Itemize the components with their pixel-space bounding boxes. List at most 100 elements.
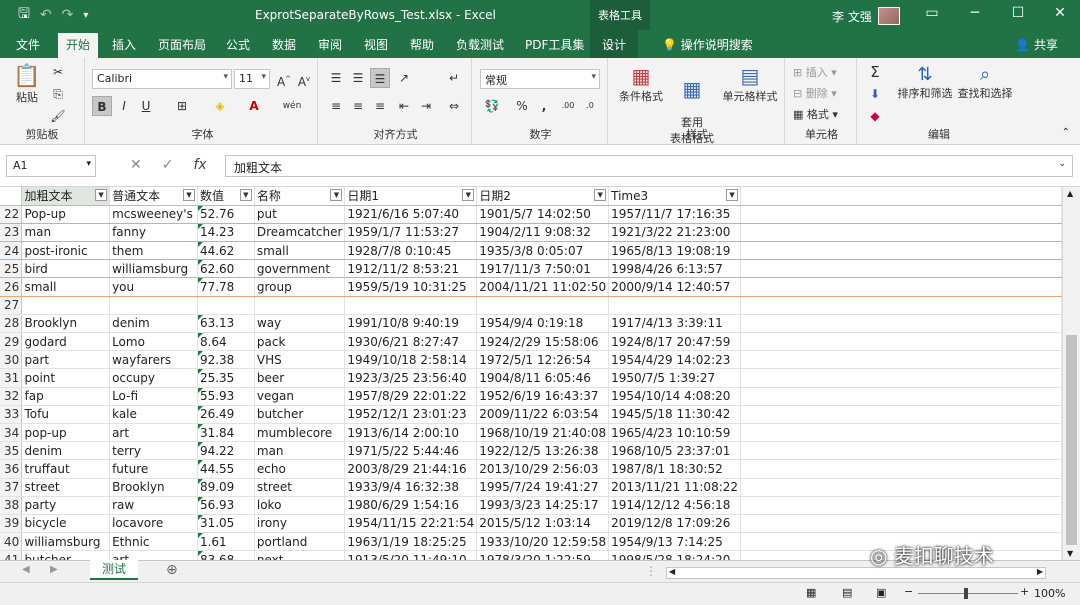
table-cell[interactable]: 1924/8/17 20:47:59 bbox=[608, 332, 742, 352]
empty-cell[interactable] bbox=[740, 223, 1062, 243]
table-cell[interactable]: 14.23 bbox=[197, 223, 255, 243]
table-cell[interactable]: next bbox=[254, 550, 346, 560]
zoom-in-icon[interactable]: + bbox=[1020, 585, 1029, 598]
increase-decimal-icon[interactable]: .00 bbox=[558, 96, 578, 116]
row-header[interactable]: 40 bbox=[0, 532, 23, 552]
empty-cell[interactable] bbox=[740, 459, 1062, 479]
table-cell[interactable]: 52.76 bbox=[197, 205, 255, 224]
close-icon[interactable]: ✕ bbox=[1040, 5, 1080, 21]
table-cell[interactable]: 1933/9/4 16:32:38 bbox=[344, 478, 478, 497]
table-cell[interactable]: 1921/6/16 5:07:40 bbox=[344, 205, 478, 224]
table-cell[interactable]: 2013/11/21 11:08:22 bbox=[608, 478, 742, 497]
empty-cell[interactable] bbox=[740, 441, 1062, 461]
zoom-level[interactable]: 100% bbox=[1034, 587, 1065, 600]
decrease-decimal-icon[interactable]: .0 bbox=[580, 96, 600, 116]
scroll-right-icon[interactable]: ▶ bbox=[1037, 567, 1043, 576]
table-cell[interactable]: fap bbox=[21, 387, 111, 406]
table-cell[interactable]: 1954/9/4 0:19:18 bbox=[476, 314, 610, 334]
table-cell[interactable]: 1914/12/12 4:56:18 bbox=[608, 496, 742, 515]
table-cell[interactable]: loko bbox=[254, 496, 346, 515]
empty-cell[interactable] bbox=[740, 387, 1062, 406]
table-cell[interactable]: 1968/10/19 21:40:08 bbox=[476, 423, 610, 443]
table-cell[interactable]: 1995/7/24 19:41:27 bbox=[476, 478, 610, 497]
bold-button[interactable]: B bbox=[92, 96, 112, 116]
tab-review[interactable]: 审阅 bbox=[318, 36, 342, 53]
table-cell[interactable]: 1993/3/23 14:25:17 bbox=[476, 496, 610, 515]
table-cell[interactable]: 2009/11/22 6:03:54 bbox=[476, 405, 610, 424]
table-cell[interactable]: williamsburg bbox=[21, 532, 111, 552]
table-cell[interactable]: 1965/8/13 19:08:19 bbox=[608, 241, 742, 261]
table-cell[interactable]: 1971/5/22 5:44:46 bbox=[344, 441, 478, 461]
table-cell[interactable]: bird bbox=[21, 259, 111, 279]
currency-icon[interactable]: 💱 bbox=[482, 96, 502, 116]
table-cell[interactable]: 1950/7/5 1:39:27 bbox=[608, 368, 742, 388]
merge-center-icon[interactable]: ⇔ bbox=[444, 96, 464, 116]
find-select-button[interactable]: ⌕ 查找和选择 bbox=[955, 64, 1015, 101]
row-header[interactable]: 24 bbox=[0, 241, 23, 261]
row-header[interactable]: 25 bbox=[0, 259, 23, 279]
filter-dropdown-icon[interactable]: ▼ bbox=[239, 189, 252, 201]
table-cell[interactable]: point bbox=[21, 368, 111, 388]
comma-icon[interactable]: , bbox=[534, 96, 554, 116]
table-cell[interactable]: raw bbox=[109, 496, 198, 515]
empty-cell[interactable] bbox=[740, 405, 1062, 424]
tell-me-search[interactable]: 💡 操作说明搜索 bbox=[662, 36, 753, 53]
table-cell[interactable]: 44.55 bbox=[197, 459, 255, 479]
ribbon-display-icon[interactable]: ▭ bbox=[912, 5, 952, 21]
align-top-icon[interactable]: ☰ bbox=[326, 68, 346, 88]
table-cell[interactable]: 1972/5/1 12:26:54 bbox=[476, 350, 610, 370]
table-cell[interactable]: Dreamcatcher bbox=[254, 223, 346, 243]
column-header[interactable]: 名称 ▼ bbox=[254, 187, 346, 206]
table-cell[interactable]: 1917/4/13 3:39:11 bbox=[608, 314, 742, 334]
vertical-scrollbar[interactable]: ▲ ▼ bbox=[1062, 187, 1080, 560]
tab-page-layout[interactable]: 页面布局 bbox=[158, 36, 206, 53]
row-header[interactable]: 38 bbox=[0, 496, 23, 515]
empty-cell[interactable] bbox=[740, 478, 1062, 497]
table-cell[interactable]: small bbox=[21, 277, 111, 297]
share-button[interactable]: 👤 共享 bbox=[1015, 36, 1058, 53]
table-cell[interactable]: 1968/10/5 23:37:01 bbox=[608, 441, 742, 461]
row-header[interactable]: 41 bbox=[0, 550, 23, 560]
enter-icon[interactable]: ✓ bbox=[162, 157, 174, 173]
tab-home[interactable]: 开始 bbox=[58, 33, 99, 59]
table-cell[interactable]: 1917/11/3 7:50:01 bbox=[476, 259, 610, 279]
scroll-down-icon[interactable]: ▼ bbox=[1067, 549, 1073, 558]
vertical-scroll-thumb[interactable] bbox=[1066, 335, 1077, 545]
tab-formulas[interactable]: 公式 bbox=[226, 36, 250, 53]
table-cell[interactable]: pop-up bbox=[21, 423, 111, 443]
paste-button[interactable]: 📋 粘贴 bbox=[12, 64, 42, 105]
table-cell[interactable]: 83.68 bbox=[197, 550, 255, 560]
column-header[interactable]: 普通文本 ▼ bbox=[109, 187, 198, 206]
empty-cell[interactable] bbox=[740, 259, 1062, 279]
empty-cell[interactable] bbox=[740, 205, 1062, 224]
table-cell[interactable]: kale bbox=[109, 405, 198, 424]
table-cell[interactable]: 25.35 bbox=[197, 368, 255, 388]
empty-cell[interactable] bbox=[740, 332, 1062, 352]
table-cell[interactable]: Brooklyn bbox=[21, 314, 111, 334]
table-cell[interactable] bbox=[197, 296, 255, 315]
row-header[interactable]: 23 bbox=[0, 223, 23, 243]
table-cell[interactable]: 1901/5/7 14:02:50 bbox=[476, 205, 610, 224]
table-cell[interactable]: party bbox=[21, 496, 111, 515]
cell-styles-button[interactable]: ▤ 单元格样式 bbox=[716, 64, 784, 104]
align-center-icon[interactable]: ≡ bbox=[348, 96, 368, 116]
table-cell[interactable]: occupy bbox=[109, 368, 198, 388]
row-header[interactable]: 33 bbox=[0, 405, 23, 424]
table-cell[interactable] bbox=[254, 296, 346, 315]
split-handle-icon[interactable]: ⋮ bbox=[645, 564, 657, 578]
increase-indent-icon[interactable]: ⇥ bbox=[416, 96, 436, 116]
table-cell[interactable]: portland bbox=[254, 532, 346, 552]
table-cell[interactable]: you bbox=[109, 277, 198, 297]
table-cell[interactable]: 31.05 bbox=[197, 514, 255, 534]
clear-icon[interactable]: ◆ bbox=[865, 106, 885, 126]
table-cell[interactable]: street bbox=[254, 478, 346, 497]
table-cell[interactable]: 31.84 bbox=[197, 423, 255, 443]
decrease-indent-icon[interactable]: ⇤ bbox=[394, 96, 414, 116]
column-header[interactable]: 日期2 ▼ bbox=[476, 187, 610, 206]
align-left-icon[interactable]: ≡ bbox=[326, 96, 346, 116]
user-account[interactable]: 李 文强 bbox=[832, 7, 900, 25]
row-header[interactable]: 39 bbox=[0, 514, 23, 534]
filter-dropdown-icon[interactable]: ▼ bbox=[726, 189, 739, 201]
table-cell[interactable]: 1987/8/1 18:30:52 bbox=[608, 459, 742, 479]
table-cell[interactable]: 2015/5/12 1:03:14 bbox=[476, 514, 610, 534]
